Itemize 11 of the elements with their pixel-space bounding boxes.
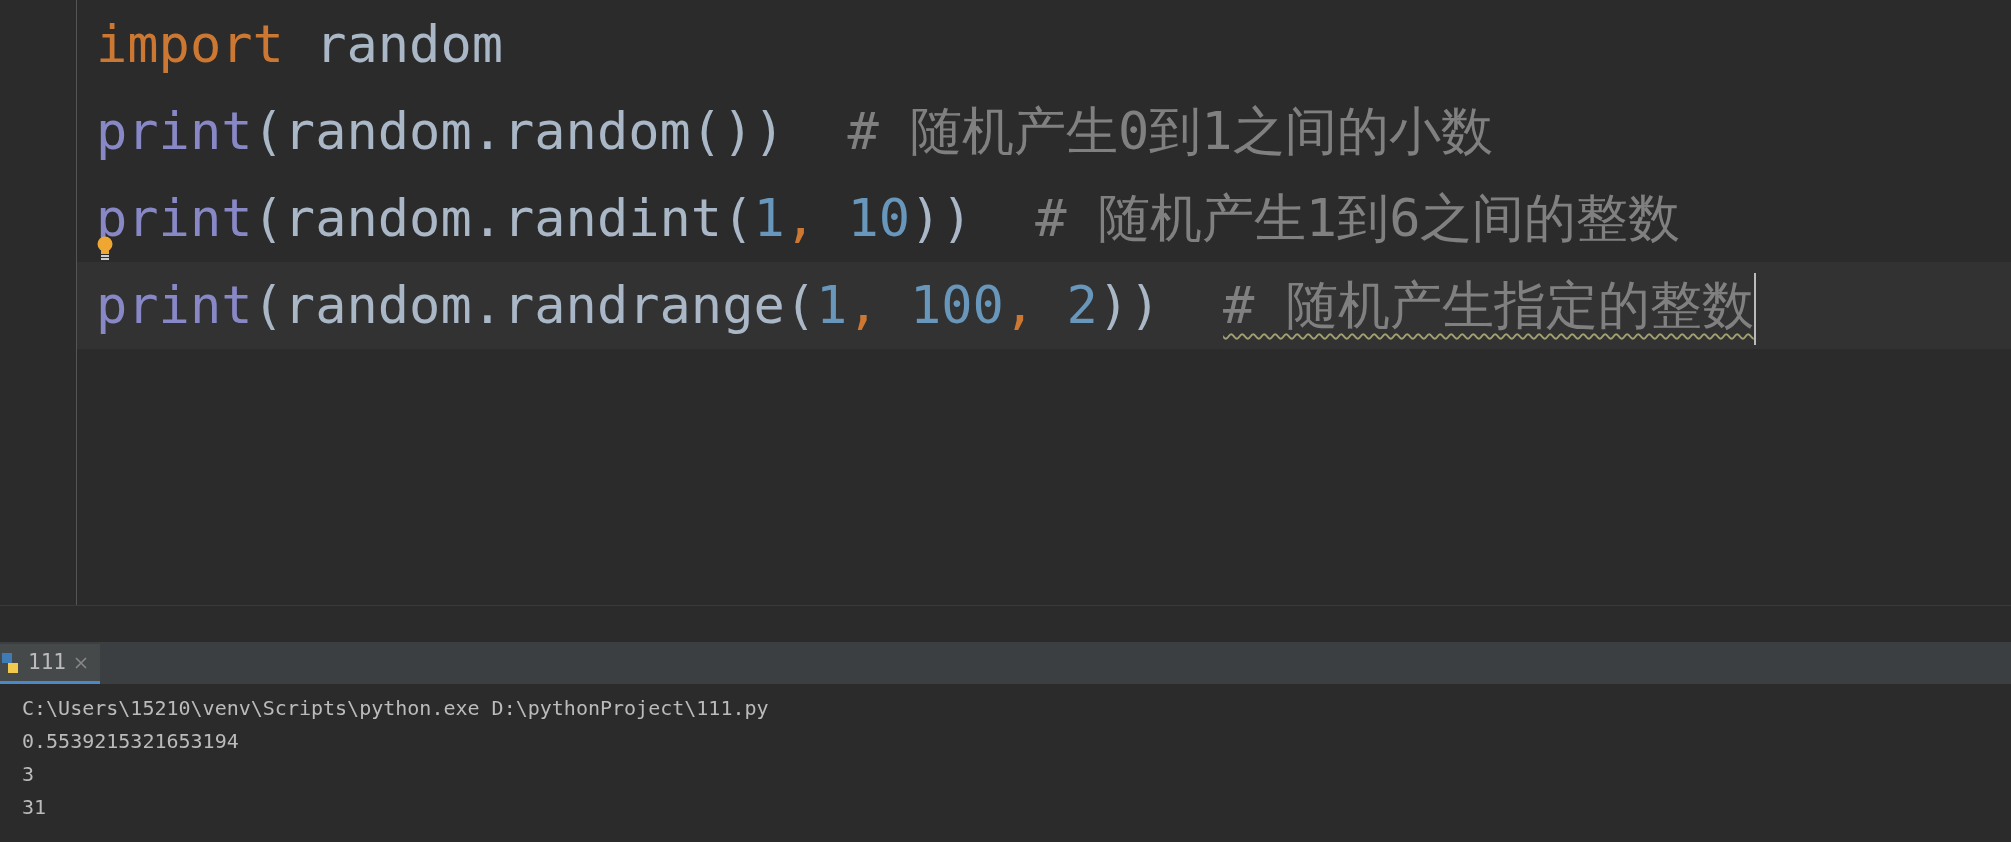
run-tab[interactable]: 111 <box>0 644 100 684</box>
console-output-line: 31 <box>22 794 47 821</box>
close-icon[interactable] <box>73 655 88 670</box>
code-line: print(random.random()) # 随机产生0到1之间的小数 <box>96 101 1493 161</box>
code-line: print(random.randint(1, 10)) # 随机产生1到6之间的整数 <box>96 188 1681 248</box>
console-output-line: C:\Users\15210\venv\Scripts\python.exe D:\pythonProject\111.py <box>22 695 769 722</box>
code-line: print(random.randrange(1, 100, 2)) # 随机产生指定的整数 <box>96 275 1754 335</box>
code-line: import random <box>96 14 503 74</box>
console-output-line: 3 <box>22 761 35 788</box>
text-cursor <box>1753 273 1756 345</box>
console-output-line: 0.5539215321653194 <box>22 728 239 755</box>
